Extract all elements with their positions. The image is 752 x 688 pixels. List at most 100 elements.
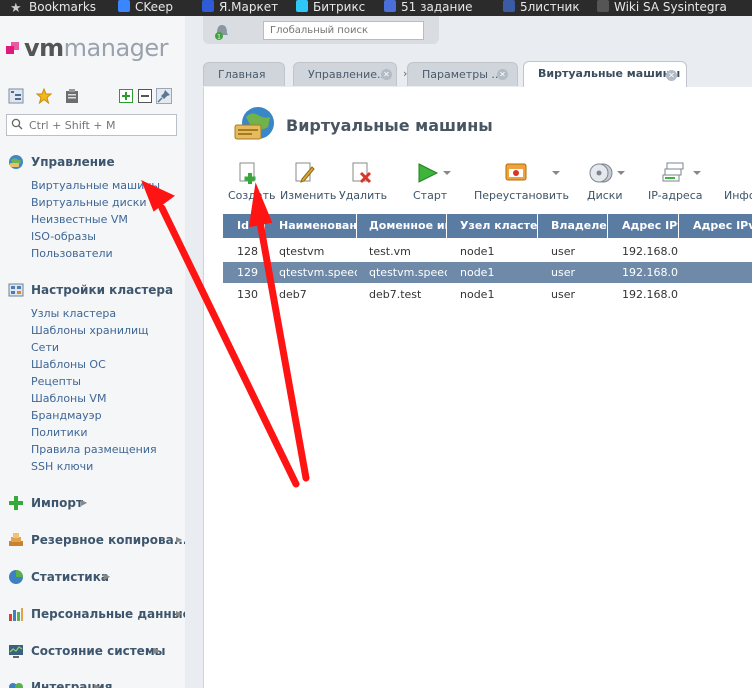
sidebar-item-storage-templates[interactable]: Шаблоны хранилищ: [31, 324, 149, 337]
sidebar-item-users[interactable]: Пользователи: [31, 247, 113, 260]
logo-mark-icon: [6, 42, 20, 56]
info-button[interactable]: Инфо: [724, 161, 752, 203]
main-panel: Виртуальные машины Создать Изменить Удал…: [203, 87, 752, 688]
bookmark-5listnik[interactable]: 5листник: [503, 0, 580, 16]
delete-button[interactable]: Удалить: [339, 161, 387, 203]
start-button[interactable]: Старт: [411, 161, 451, 203]
disks-icon: [589, 163, 613, 183]
tab-virtual-machines[interactable]: Виртуальные машины ✕: [523, 61, 687, 88]
bookmarks-menu[interactable]: ★ Bookmarks: [10, 0, 96, 16]
sidebar-item-cluster-nodes[interactable]: Узлы кластера: [31, 307, 116, 320]
bookmarks-bar: ★ Bookmarks CKeep Я.Маркет Битрикс 51 зад…: [0, 0, 752, 16]
ip-addresses-button[interactable]: IP-адреса: [647, 161, 711, 203]
tree-view-icon[interactable]: [8, 88, 24, 104]
cell-domain: test.vm: [369, 245, 411, 258]
sidebar-item-virtual-disks[interactable]: Виртуальные диски: [31, 196, 147, 209]
chevron-right-icon: ▶: [104, 572, 111, 581]
bookmark-ckeep[interactable]: CKeep: [118, 0, 173, 16]
task-icon: [384, 0, 396, 12]
column-header-ipv6[interactable]: Адрес IPv6: [679, 214, 752, 238]
create-icon: [239, 162, 256, 184]
cell-id: 128: [237, 245, 258, 258]
cell-name: deb7: [279, 288, 307, 301]
chevron-right-icon: ▶: [154, 646, 161, 655]
favorites-icon[interactable]: [36, 88, 52, 104]
column-header-ipv4[interactable]: Адрес IPv4: [608, 214, 679, 238]
disks-button[interactable]: Диски: [585, 161, 629, 203]
virtual-machines-globe-icon: [234, 107, 274, 140]
close-tab-icon[interactable]: ✕: [666, 70, 677, 81]
dropdown-arrow-icon[interactable]: [443, 171, 451, 175]
sidebar-item-virtual-machines[interactable]: Виртуальные машины: [31, 179, 160, 192]
dropdown-arrow-icon[interactable]: [552, 171, 560, 175]
sidebar-item-firewall[interactable]: Брандмауэр: [31, 409, 102, 422]
sidebar-item-iso-images[interactable]: ISO-образы: [31, 230, 96, 243]
section-management[interactable]: Управление: [8, 153, 178, 171]
cell-ipv4: 192.168.0.2: [622, 245, 679, 258]
column-header-name[interactable]: Наименование: [265, 214, 357, 238]
column-header-id[interactable]: Id: [223, 214, 265, 238]
sidebar-item-unknown-vm[interactable]: Неизвестные VM: [31, 213, 128, 226]
sidebar-search-input[interactable]: [27, 116, 176, 134]
sidebar-item-recipes[interactable]: Рецепты: [31, 375, 81, 388]
cell-owner: user: [551, 288, 575, 301]
cell-domain: qtestvm.speed: [369, 266, 447, 279]
cell-ipv6: [679, 241, 752, 262]
bookmark-wiki[interactable]: Wiki SA Sysintegra: [597, 0, 727, 16]
sidebar-search[interactable]: [6, 114, 177, 136]
section-statistics[interactable]: Статистика ▶: [8, 568, 178, 586]
close-tab-icon[interactable]: ✕: [497, 69, 508, 80]
section-system-status[interactable]: Состояние системы ▶: [8, 642, 185, 660]
edit-icon: [295, 162, 315, 183]
tab-parameters[interactable]: Параметры ... ✕: [407, 62, 518, 86]
sidebar-item-networks[interactable]: Сети: [31, 341, 59, 354]
sidebar-item-vm-templates[interactable]: Шаблоны VM: [31, 392, 106, 405]
chevron-right-icon: ▶: [176, 609, 183, 618]
logo[interactable]: vmmanager: [24, 34, 169, 62]
section-backup[interactable]: Резервное копирова... ▶: [8, 531, 185, 549]
global-search-input[interactable]: [263, 21, 424, 40]
dropdown-arrow-icon[interactable]: [617, 171, 625, 175]
cell-ipv4: 192.168.0.3: [622, 266, 679, 279]
column-header-domain[interactable]: Доменное имя: [355, 214, 447, 238]
dropdown-arrow-icon[interactable]: [693, 171, 701, 175]
table-row[interactable]: 130 deb7 deb7.test node1 user 192.168.0.…: [223, 284, 752, 305]
market-icon: [202, 0, 214, 12]
play-icon: [418, 163, 439, 183]
sidebar-item-policies[interactable]: Политики: [31, 426, 88, 439]
cell-domain: deb7.test: [369, 288, 422, 301]
clipboard-icon[interactable]: [64, 88, 80, 104]
edit-button[interactable]: Изменить: [280, 161, 336, 203]
page-icon: [597, 0, 609, 12]
section-personal-data[interactable]: Персональные данные ▶: [8, 605, 185, 623]
cell-name: qtestvm.speed: [279, 266, 357, 279]
sidebar-item-ssh-keys[interactable]: SSH ключи: [31, 460, 93, 473]
section-import[interactable]: Импорт ▶: [8, 494, 178, 512]
tab-management[interactable]: Управление... ✕: [293, 62, 397, 86]
cell-name: qtestvm: [279, 245, 325, 258]
create-button[interactable]: Создать: [228, 161, 276, 203]
bar-chart-icon: [9, 608, 23, 621]
expand-all-icon[interactable]: [118, 88, 134, 104]
cell-node: node1: [460, 288, 495, 301]
tab-home[interactable]: Главная: [203, 62, 285, 86]
table-row[interactable]: 128 qtestvm test.vm node1 user 192.168.0…: [223, 241, 752, 262]
cell-owner: user: [551, 245, 575, 258]
notifications-icon[interactable]: 1: [213, 22, 231, 40]
bookmark-51[interactable]: 51 задание: [384, 0, 473, 16]
listnik-icon: [503, 0, 515, 12]
bookmark-market[interactable]: Я.Маркет: [202, 0, 278, 16]
collapse-all-icon[interactable]: [137, 88, 153, 104]
section-cluster-settings[interactable]: Настройки кластера: [8, 281, 178, 299]
close-tab-icon[interactable]: ✕: [381, 69, 392, 80]
sidebar-item-os-templates[interactable]: Шаблоны ОС: [31, 358, 106, 371]
section-integration[interactable]: Интеграция ▶: [8, 678, 185, 688]
reinstall-button[interactable]: Переустановить: [472, 161, 569, 203]
column-header-owner[interactable]: Владелец: [537, 214, 608, 238]
backup-icon: [9, 533, 23, 546]
pin-icon[interactable]: [156, 88, 172, 104]
sidebar-item-placement-rules[interactable]: Правила размещения: [31, 443, 157, 456]
bookmark-bitrix[interactable]: Битрикс: [296, 0, 365, 16]
table-row-selected[interactable]: 129 qtestvm.speed qtestvm.speed node1 us…: [223, 262, 752, 283]
column-header-node[interactable]: Узел кластера: [446, 214, 538, 238]
